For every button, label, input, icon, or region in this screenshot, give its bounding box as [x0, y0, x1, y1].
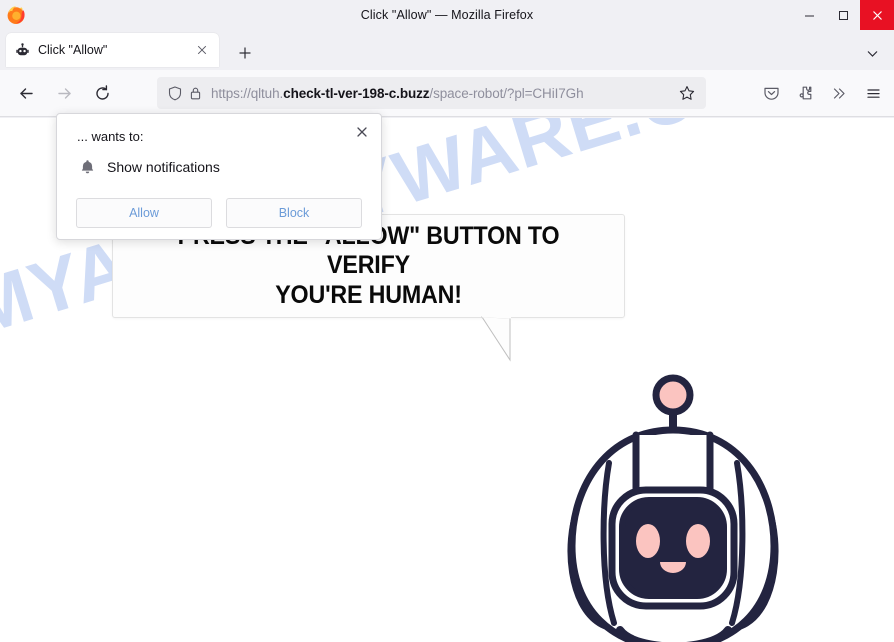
bubble-line-2: YOU'RE HUMAN! — [275, 280, 462, 309]
shield-icon[interactable] — [165, 83, 185, 103]
app-menu-icon[interactable] — [856, 77, 890, 109]
url-domain: check-tl-ver-198-c.buzz — [283, 85, 430, 101]
window-title: Click "Allow" — Mozilla Firefox — [360, 8, 534, 22]
browser-tab[interactable]: Click "Allow" — [6, 33, 219, 67]
bookmark-star-icon[interactable] — [676, 82, 698, 104]
overflow-chevrons-icon[interactable] — [822, 77, 856, 109]
url-path: /space-robot/?pl=CHiI7Gh — [429, 85, 584, 101]
pocket-icon[interactable] — [754, 77, 788, 109]
tab-strip: Click "Allow" — [0, 30, 894, 70]
robot-right-eye — [686, 524, 710, 558]
robot-favicon-icon — [14, 42, 30, 58]
allow-button[interactable]: Allow — [76, 198, 212, 228]
title-bar: Click "Allow" — Mozilla Firefox — [0, 0, 894, 30]
reload-button[interactable] — [86, 77, 118, 109]
toolbar-right-actions — [754, 77, 890, 109]
space-robot-illustration — [567, 374, 779, 642]
popup-permission-row: Show notifications — [77, 157, 220, 177]
url-text: https://qltuh.check-tl-ver-198-c.buzz/sp… — [211, 86, 676, 101]
notification-permission-popup: ... wants to: Show notifications Allow B… — [56, 113, 382, 240]
robot-left-eye — [636, 524, 660, 558]
close-window-button[interactable] — [860, 0, 894, 30]
popup-buttons: Allow Block — [76, 198, 362, 228]
popup-permission-label: Show notifications — [107, 159, 220, 175]
block-button[interactable]: Block — [226, 198, 362, 228]
window-controls — [792, 0, 894, 30]
close-tab-icon[interactable] — [193, 41, 211, 59]
list-all-tabs-icon[interactable] — [860, 41, 884, 65]
minimize-button[interactable] — [792, 0, 826, 30]
popup-host-text: ... wants to: — [77, 129, 144, 144]
tab-title: Click "Allow" — [38, 43, 108, 57]
popup-close-icon[interactable] — [351, 121, 373, 143]
speech-bubble-tail — [481, 316, 512, 362]
back-button[interactable] — [10, 77, 42, 109]
extensions-puzzle-icon[interactable] — [788, 77, 822, 109]
browser-window: Click "Allow" — Mozilla Firefox Click "A… — [0, 0, 894, 642]
lock-icon[interactable] — [185, 83, 205, 103]
new-tab-button[interactable] — [232, 40, 258, 66]
url-scheme: https://qltuh. — [211, 85, 284, 101]
maximize-button[interactable] — [826, 0, 860, 30]
address-bar[interactable]: https://qltuh.check-tl-ver-198-c.buzz/sp… — [157, 77, 706, 109]
forward-button[interactable] — [48, 77, 80, 109]
bell-icon — [77, 157, 97, 177]
